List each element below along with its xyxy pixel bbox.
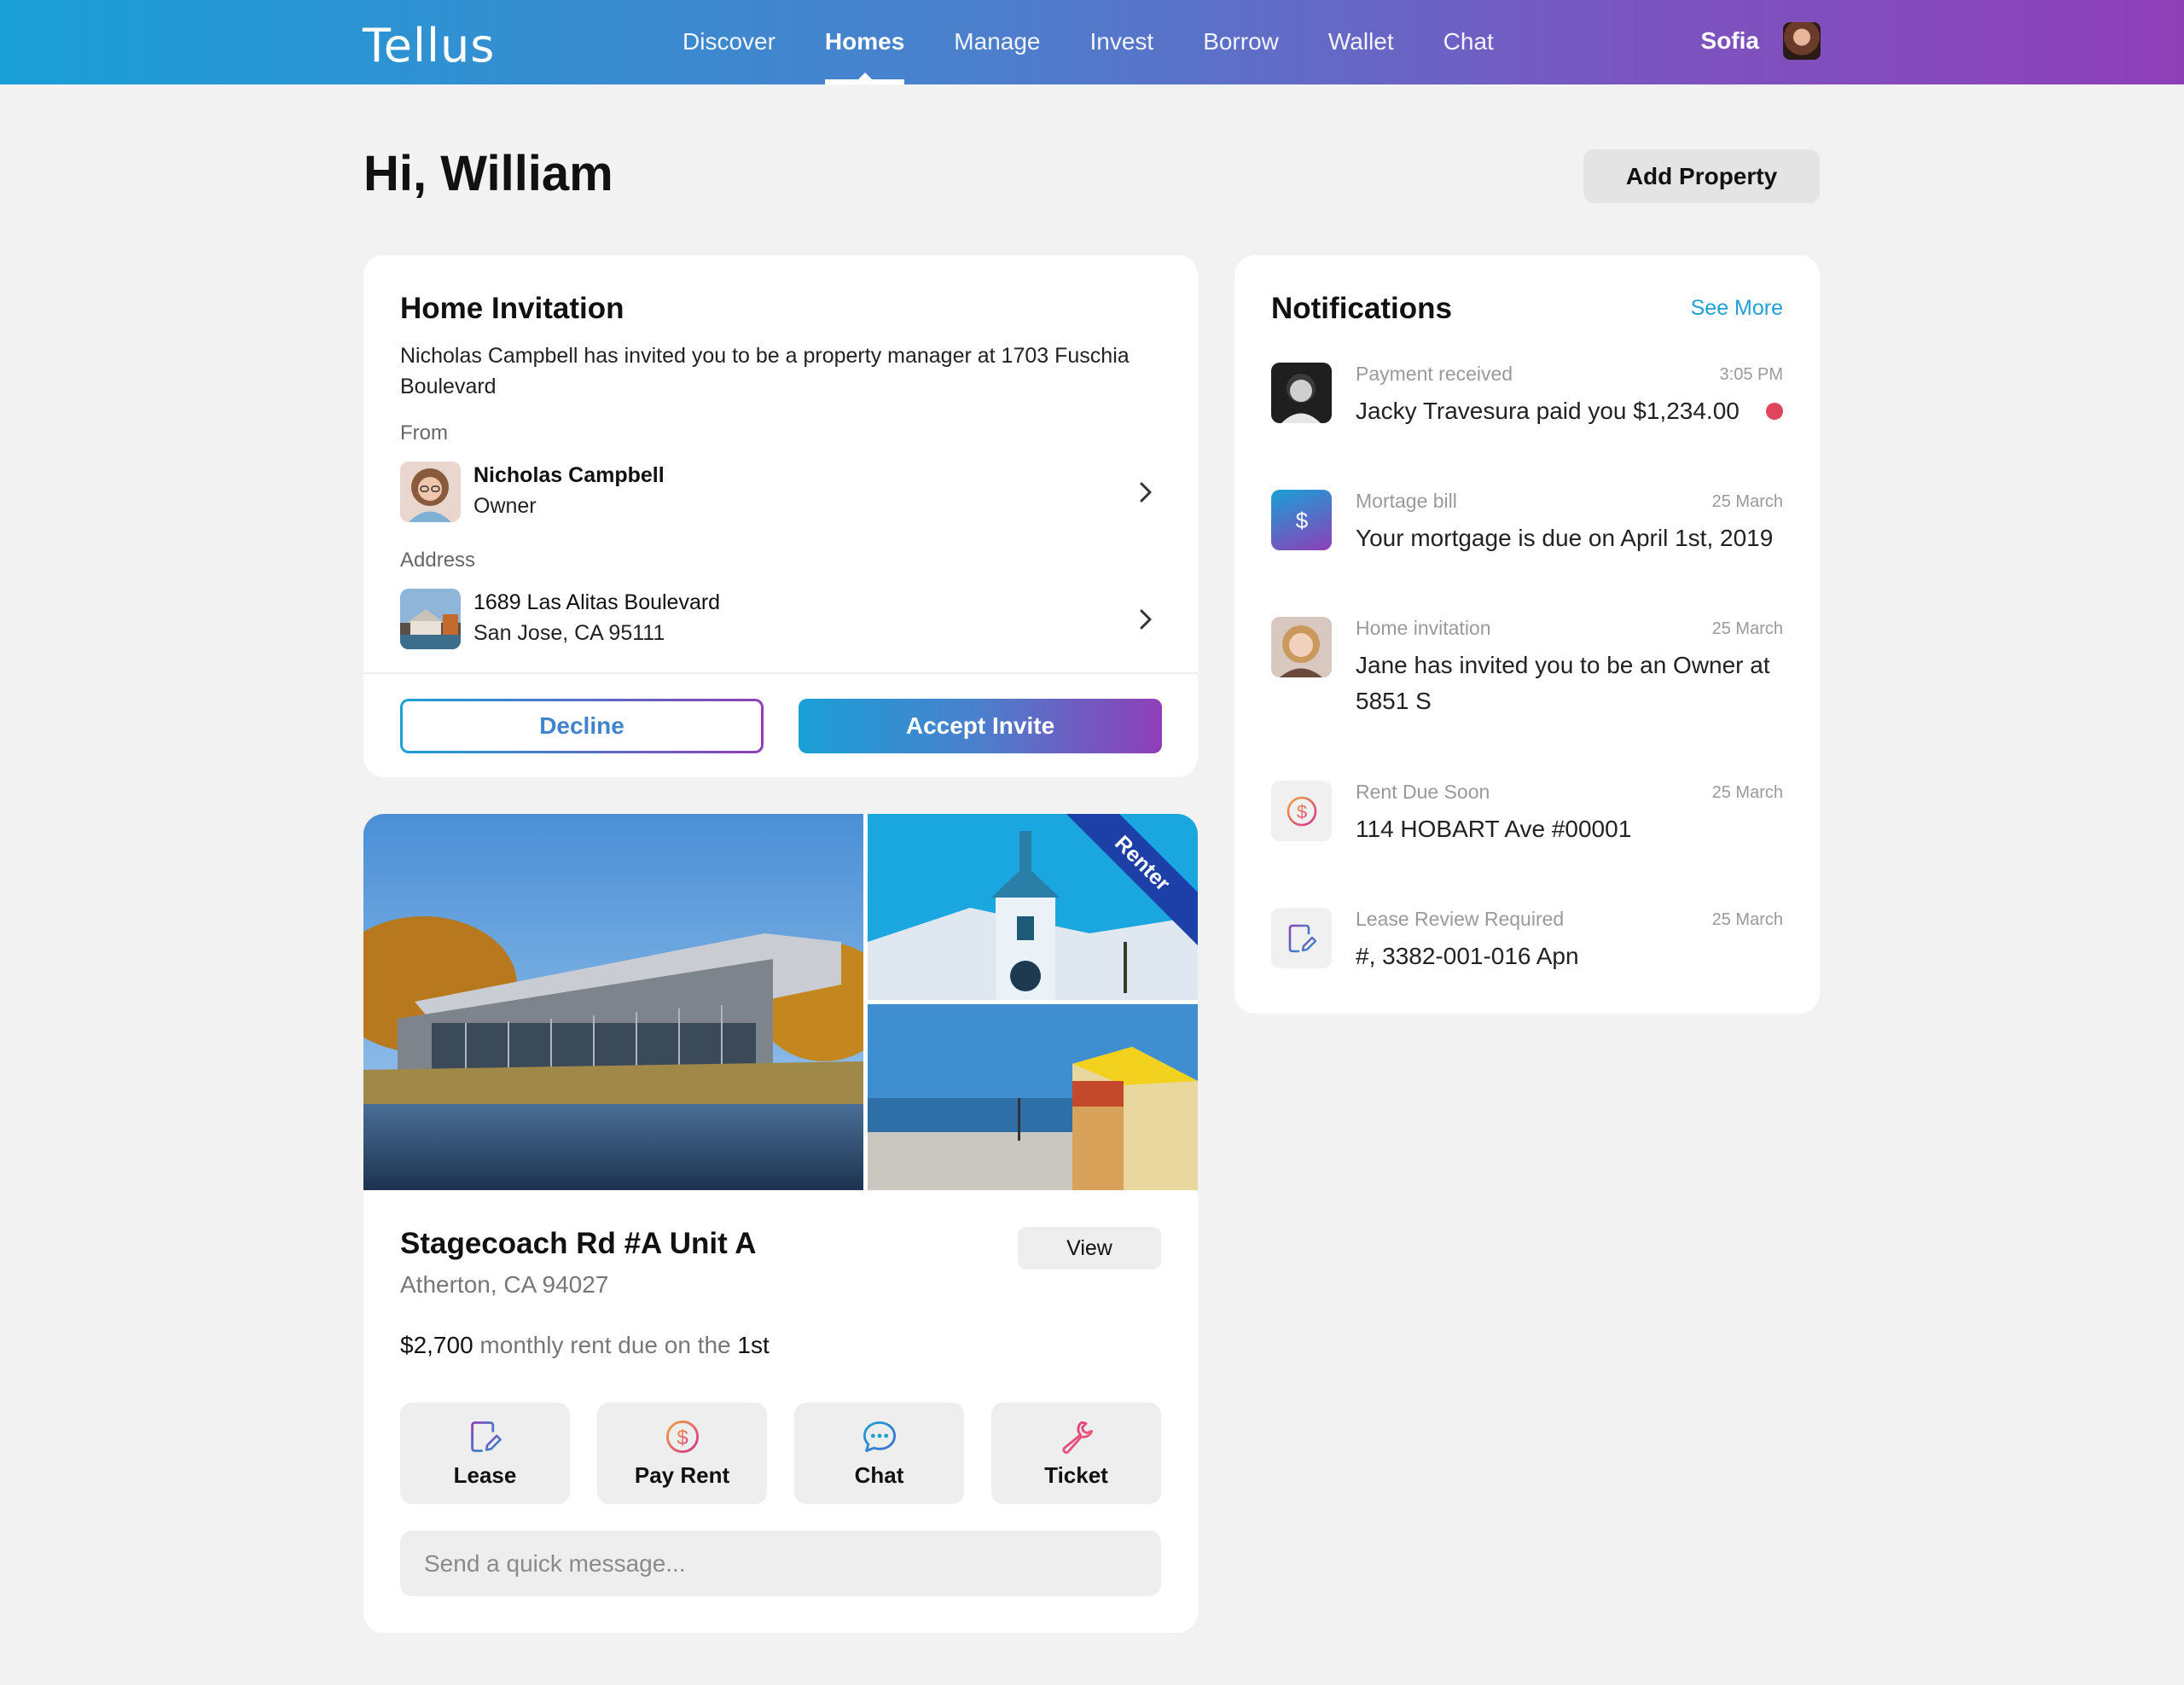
unread-indicator [1766,403,1783,420]
main-nav: Discover Homes Manage Invest Borrow Wall… [682,0,1543,84]
property-gallery[interactable]: Renter [363,814,1198,1190]
home-invitation-card: Home Invitation Nicholas Campbell has in… [363,255,1198,777]
user-menu[interactable]: Sofia [1701,22,1821,60]
nav-item-invest[interactable]: Invest [1089,0,1153,84]
notification-time: 25 March [1711,910,1783,929]
from-row[interactable]: Nicholas Campbell Owner [400,462,1161,525]
lease-label: Lease [453,1462,517,1488]
notification-category: Home invitation [1356,617,1491,639]
notification-message: #, 3382-001-016 Apn [1356,943,1579,969]
property-photo-coast[interactable] [868,1004,1198,1190]
property-title: Stagecoach Rd #A Unit A [400,1227,757,1260]
svg-text:$: $ [1295,508,1308,533]
notification-time: 25 March [1711,783,1783,802]
ticket-label: Ticket [1044,1462,1108,1488]
view-property-button[interactable]: View [1018,1227,1161,1270]
see-more-link[interactable]: See More [1691,296,1783,321]
nav-item-discover[interactable]: Discover [682,0,775,84]
notification-time: 3:05 PM [1719,365,1783,384]
ticket-button[interactable]: Ticket [991,1403,1161,1504]
wrench-icon [1061,1421,1093,1454]
notification-item[interactable]: $ Rent Due Soon 25 March 114 HOBART Ave … [1271,781,1783,857]
notification-item[interactable]: $ Mortage bill 25 March Your mortgage is… [1271,490,1783,567]
property-thumbnail [400,589,461,649]
property-card: Renter Stagecoach Rd #A Unit A Atherton,… [363,814,1198,1633]
user-avatar[interactable] [1783,22,1821,60]
decline-button[interactable]: Decline [400,699,764,753]
nav-item-manage[interactable]: Manage [954,0,1040,84]
pay-rent-button[interactable]: $ Pay Rent [597,1403,767,1504]
invitation-description: Nicholas Campbell has invited you to be … [400,344,1130,398]
chevron-right-icon [1140,482,1152,503]
svg-text:$: $ [677,1426,688,1450]
address-line1: 1689 Las Alitas Boulevard [473,590,721,614]
address-line2: San Jose, CA 95111 [473,621,665,645]
notification-time: 25 March [1711,619,1783,638]
notifications-title: Notifications [1271,292,1452,325]
chat-label: Chat [854,1462,904,1488]
nav-item-wallet[interactable]: Wallet [1328,0,1394,84]
chat-bubble-icon [863,1421,896,1452]
nav-item-borrow[interactable]: Borrow [1203,0,1279,84]
lease-button[interactable]: Lease [400,1403,570,1504]
address-row[interactable]: 1689 Las Alitas Boulevard San Jose, CA 9… [400,589,1161,652]
notification-category: Payment received [1356,363,1513,385]
sender-name: Nicholas Campbell [473,463,665,487]
notification-message: Jacky Travesura paid you $1,234.00 [1356,398,1740,424]
notification-category: Rent Due Soon [1356,781,1490,803]
chat-button[interactable]: Chat [794,1403,964,1504]
top-nav-bar: Tellus Discover Homes Manage Invest Borr… [0,0,2184,84]
dollar-icon: $ [1271,490,1332,550]
rent-summary: $2,700 monthly rent due on the 1st [400,1332,770,1359]
notification-item[interactable]: Payment received 3:05 PM Jacky Travesura… [1271,363,1783,439]
quick-message-input[interactable] [400,1531,1161,1596]
divider [363,672,1198,674]
sender-avatar [400,462,461,522]
dollar-circle-icon: $ [665,1420,699,1454]
inviter-avatar [1271,617,1332,677]
pay-rent-label: Pay Rent [634,1462,730,1488]
chevron-right-icon [1140,609,1152,630]
notification-item[interactable]: Home invitation 25 March Jane has invite… [1271,617,1783,719]
sender-role: Owner [473,494,537,518]
document-edit-icon [1271,908,1332,968]
notification-time: 25 March [1711,492,1783,511]
notification-category: Mortage bill [1356,490,1457,512]
notification-message: 114 HOBART Ave #00001 [1356,816,1632,842]
rent-amount: $2,700 [400,1332,473,1358]
document-edit-icon [470,1421,502,1452]
add-property-button[interactable]: Add Property [1583,149,1820,203]
notifications-card: Notifications See More Payment received … [1234,255,1820,1014]
nav-item-homes[interactable]: Homes [824,0,905,84]
invitation-title: Home Invitation [400,292,624,325]
accept-invite-button[interactable]: Accept Invite [799,699,1162,753]
rent-due-day: 1st [737,1332,770,1358]
svg-text:$: $ [1296,801,1306,822]
tellus-logo[interactable]: Tellus [363,19,495,73]
notification-item[interactable]: Lease Review Required 25 March #, 3382-0… [1271,908,1783,985]
dollar-circle-icon: $ [1271,781,1332,841]
notification-category: Lease Review Required [1356,908,1565,930]
property-address: Atherton, CA 94027 [400,1271,609,1298]
address-label: Address [400,549,476,572]
property-actions: Lease $ Pay Rent Chat Ticket [400,1403,1161,1504]
notification-message: Jane has invited you to be an Owner at 5… [1356,652,1770,714]
property-photo-church[interactable]: Renter [868,814,1198,1000]
from-label: From [400,421,448,444]
user-name[interactable]: Sofia [1701,27,1759,55]
nav-item-chat[interactable]: Chat [1443,0,1494,84]
payer-avatar [1271,363,1332,423]
page-greeting: Hi, William [363,146,613,201]
rent-text: monthly rent due on the [473,1332,738,1358]
notification-message: Your mortgage is due on April 1st, 2019 [1356,525,1774,551]
property-main-photo[interactable] [363,814,863,1190]
